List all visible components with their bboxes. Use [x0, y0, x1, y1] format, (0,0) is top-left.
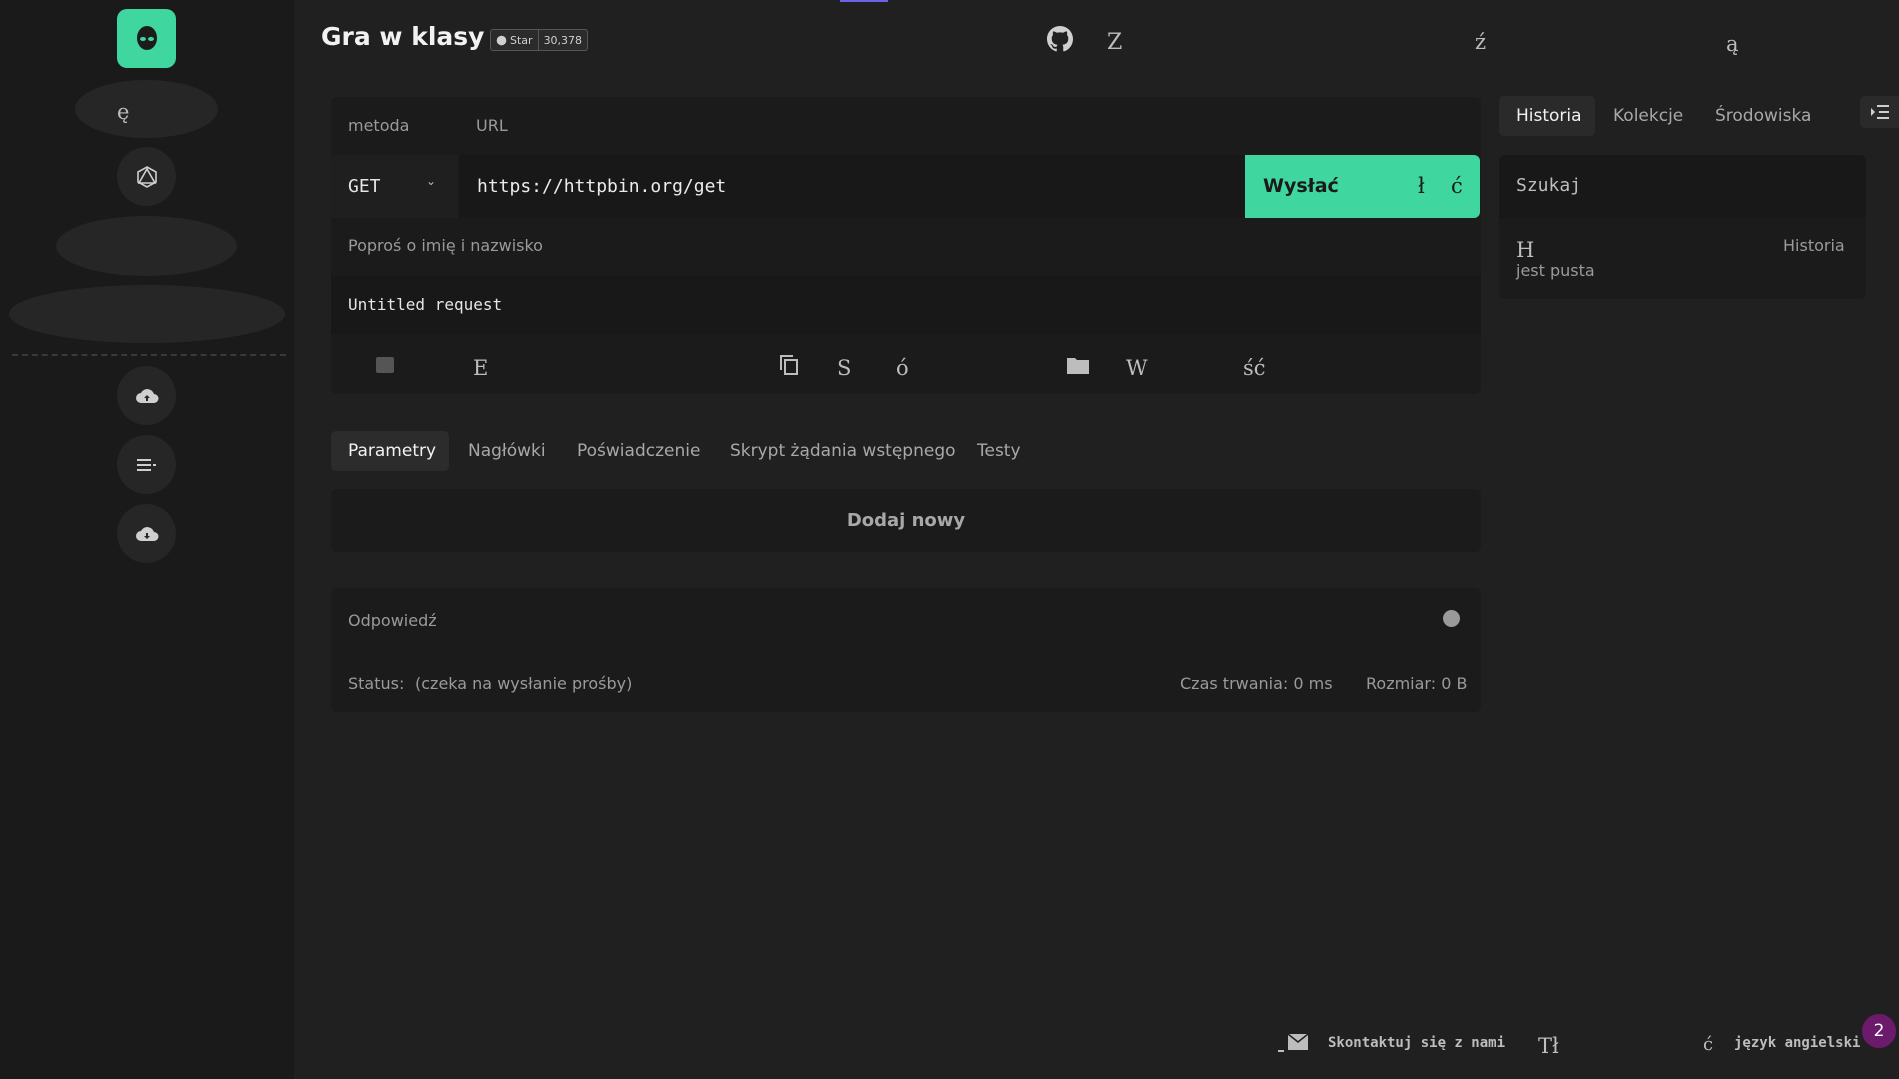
nav-rest-glyph: ę	[117, 100, 130, 124]
send-label: Wysłać	[1263, 175, 1339, 197]
status-label: Status:	[348, 674, 405, 693]
contact-link[interactable]: Skontaktuj się z nami	[1328, 1035, 1505, 1051]
header-glyph-z2[interactable]: ź	[1475, 30, 1486, 54]
request-name-value: Untitled request	[348, 295, 503, 314]
menu-list-icon[interactable]	[117, 435, 176, 494]
tab-naglowki[interactable]: Nagłówki	[468, 441, 546, 461]
collapse-panel-icon[interactable]	[1860, 96, 1899, 128]
tab-kolekcje[interactable]: Kolekcje	[1613, 106, 1683, 126]
response-title: Odpowiedź	[348, 611, 437, 630]
send-button[interactable]: Wysłać ł ć	[1245, 155, 1480, 218]
notification-badge[interactable]: 2	[1862, 1014, 1896, 1048]
action-glyph-sc[interactable]: ść	[1243, 356, 1266, 380]
mail-icon[interactable]	[1278, 1033, 1309, 1056]
cloud-upload-icon[interactable]	[117, 366, 176, 425]
tab-srodowiska[interactable]: Środowiska	[1715, 106, 1811, 126]
add-new-button[interactable]: Dodaj nowy	[331, 489, 1481, 552]
duration-value: Czas trwania: 0 ms	[1180, 674, 1333, 693]
response-panel	[331, 588, 1481, 712]
action-glyph-o[interactable]: ó	[896, 356, 909, 380]
tab-skrypt[interactable]: Skrypt żądania wstępnego	[730, 441, 956, 461]
history-empty-text: jest pusta	[1516, 261, 1595, 280]
sidebar-divider	[12, 354, 286, 356]
action-glyph-e[interactable]: E	[473, 356, 488, 380]
tab-poswiadczenie[interactable]: Poświadczenie	[577, 441, 700, 461]
top-accent-line	[840, 0, 888, 2]
url-input[interactable]: https://httpbin.org/get	[459, 155, 1245, 218]
tab-parametry-label: Parametry	[348, 441, 437, 461]
add-new-label: Dodaj nowy	[846, 510, 966, 531]
github-star-button: Star	[491, 30, 538, 50]
chevron-down-icon: ⌄	[426, 174, 437, 188]
nav-realtime[interactable]	[56, 216, 237, 276]
send-glyph-1: ł	[1418, 174, 1425, 198]
url-value: https://httpbin.org/get	[477, 176, 727, 197]
tab-historia-label: Historia	[1516, 106, 1582, 126]
method-select[interactable]: GET ⌄	[331, 155, 458, 218]
copy-icon[interactable]	[779, 354, 799, 380]
tab-historia[interactable]: Historia	[1499, 96, 1595, 136]
action-glyph-s[interactable]: S	[837, 356, 851, 380]
github-star-count: 30,378	[537, 30, 587, 50]
graphql-icon[interactable]	[117, 147, 176, 206]
sidebar: ę	[0, 0, 294, 1079]
tab-testy[interactable]: Testy	[977, 441, 1021, 461]
github-icon[interactable]	[1047, 26, 1074, 56]
github-star-badge[interactable]: Star 30,378	[490, 29, 589, 51]
status-value: (czeka na wysłanie prośby)	[415, 674, 633, 693]
history-empty-word: Historia	[1783, 236, 1845, 255]
github-star-label: Star	[510, 33, 533, 47]
nav-documentation[interactable]	[9, 285, 285, 343]
method-label: metoda	[348, 116, 410, 135]
markdown-icon[interactable]	[376, 357, 394, 373]
tab-parametry[interactable]: Parametry	[331, 431, 449, 471]
logo-alien-icon[interactable]	[117, 9, 176, 68]
footer-glyph-c[interactable]: ć	[1703, 1034, 1713, 1055]
size-value: Rozmiar: 0 B	[1366, 674, 1468, 693]
method-value: GET	[348, 176, 381, 197]
language-selector[interactable]: język angielski	[1734, 1035, 1860, 1051]
cloud-download-icon[interactable]	[117, 504, 176, 563]
history-search-input[interactable]: Szukaj	[1499, 155, 1866, 218]
response-status-dot	[1443, 610, 1460, 627]
app-title: Gra w klasy	[321, 22, 485, 51]
url-label: URL	[476, 116, 508, 135]
header-glyph-z[interactable]: Z	[1107, 30, 1122, 55]
folder-icon[interactable]	[1067, 356, 1089, 378]
request-name-label: Poproś o imię i nazwisko	[348, 236, 543, 255]
request-name-input[interactable]: Untitled request	[331, 276, 1481, 334]
header-glyph-a[interactable]: ą	[1726, 32, 1739, 56]
action-glyph-w[interactable]: W	[1126, 356, 1148, 380]
footer-glyph-t[interactable]: Tł	[1538, 1034, 1559, 1058]
history-empty-glyph: H	[1516, 238, 1535, 262]
nav-rest[interactable]: ę	[75, 80, 218, 138]
send-glyph-2: ć	[1451, 174, 1463, 198]
history-search-placeholder: Szukaj	[1516, 175, 1582, 196]
